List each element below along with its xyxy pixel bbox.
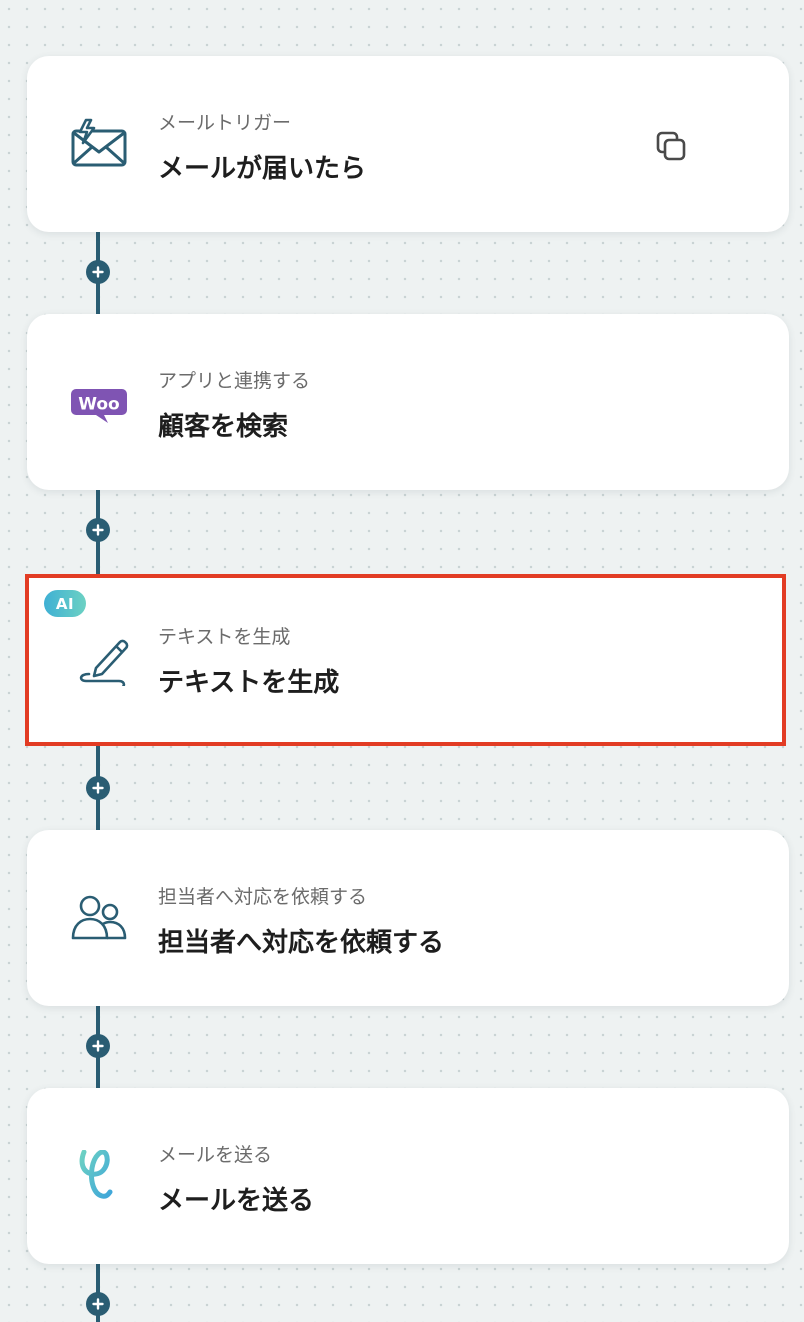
step-card-request-approval[interactable]: 担当者へ対応を依頼する 担当者へ対応を依頼する [27, 830, 789, 1006]
ai-badge: AI [44, 590, 86, 617]
users-icon [71, 895, 127, 940]
step-type-label: テキストを生成 [158, 626, 291, 648]
pen-icon [79, 639, 129, 686]
step-title: テキストを生成 [158, 668, 340, 698]
step-card-app-integration[interactable]: Woo アプリと連携する 顧客を検索 [27, 314, 789, 490]
copy-icon[interactable] [655, 130, 689, 164]
plus-icon [92, 1040, 104, 1052]
plus-icon [92, 266, 104, 278]
plus-icon [92, 1298, 104, 1310]
add-step-button[interactable] [86, 1292, 110, 1316]
add-step-button[interactable] [86, 518, 110, 542]
step-card-send-mail[interactable]: メールを送る メールを送る [27, 1088, 789, 1264]
yoom-mail-icon [79, 1150, 113, 1199]
step-type-label: アプリと連携する [158, 370, 311, 392]
svg-text:Woo: Woo [78, 395, 120, 415]
step-card-mail-trigger[interactable]: メールトリガー メールが届いたら [27, 56, 789, 232]
add-step-button[interactable] [86, 1034, 110, 1058]
workflow-canvas: メールトリガー メールが届いたら Woo アプリと連携する 顧客を検索 AI テ… [0, 0, 804, 1322]
mail-trigger-icon [71, 118, 127, 167]
add-step-button[interactable] [86, 776, 110, 800]
plus-icon [92, 524, 104, 536]
step-title: 顧客を検索 [158, 412, 289, 442]
step-type-label: 担当者へ対応を依頼する [158, 886, 368, 908]
woocommerce-logo-icon: Woo [71, 389, 127, 423]
step-title: 担当者へ対応を依頼する [158, 928, 445, 958]
step-type-label: メールトリガー [158, 112, 292, 134]
add-step-button[interactable] [86, 260, 110, 284]
step-card-text-generation[interactable]: AI テキストを生成 テキストを生成 [25, 574, 786, 746]
step-type-label: メールを送る [158, 1144, 273, 1166]
plus-icon [92, 782, 104, 794]
step-title: メールを送る [158, 1186, 315, 1216]
step-title: メールが届いたら [158, 154, 367, 184]
